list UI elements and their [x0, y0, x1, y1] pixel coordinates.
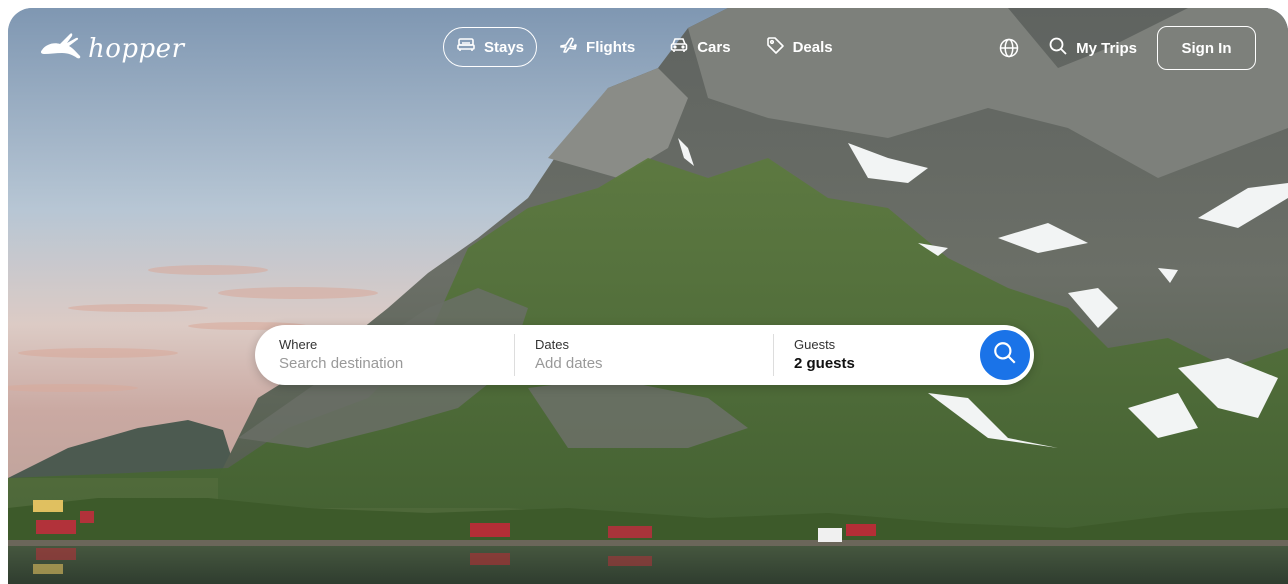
tab-stays[interactable]: Stays	[443, 27, 538, 67]
tab-deals-label: Deals	[792, 38, 833, 56]
tab-cars-label: Cars	[697, 38, 731, 56]
where-label: Where	[279, 337, 318, 352]
search-icon	[992, 340, 1018, 371]
divider	[773, 334, 774, 376]
mountain-landscape-image	[8, 8, 1288, 584]
guests-value[interactable]: 2 guests	[794, 355, 855, 372]
guests-label: Guests	[794, 337, 836, 352]
tag-icon	[765, 35, 785, 59]
search-bar: Where Search destination Dates Add dates…	[255, 325, 1034, 385]
bunny-icon	[40, 30, 84, 67]
main-tabs: Stays Flights Cars Deals	[443, 27, 846, 67]
hero-background: hopper Stays Flights Cars Deals My Trips…	[8, 8, 1288, 584]
guests-field[interactable]: Guests 2 guests	[794, 325, 964, 385]
account-nav: My Trips Sign In	[998, 26, 1256, 70]
tab-flights-label: Flights	[586, 38, 636, 56]
plane-icon	[558, 35, 578, 59]
search-button[interactable]	[980, 330, 1030, 380]
sign-in-button[interactable]: Sign In	[1157, 26, 1256, 70]
tab-stays-label: Stays	[484, 38, 525, 56]
car-icon	[669, 35, 689, 59]
tab-deals[interactable]: Deals	[752, 27, 846, 67]
my-trips-link[interactable]: My Trips	[1048, 36, 1137, 60]
top-navigation: hopper Stays Flights Cars Deals My Trips…	[8, 8, 1288, 88]
bed-icon	[456, 35, 476, 59]
search-icon	[1048, 36, 1068, 60]
where-field[interactable]: Where Search destination	[279, 325, 509, 385]
my-trips-label: My Trips	[1076, 39, 1137, 57]
where-input[interactable]: Search destination	[279, 355, 403, 372]
dates-label: Dates	[535, 337, 569, 352]
divider	[514, 334, 515, 376]
brand-name: hopper	[88, 33, 185, 64]
dates-input[interactable]: Add dates	[535, 355, 603, 372]
tab-flights[interactable]: Flights	[545, 27, 648, 67]
globe-icon[interactable]	[998, 37, 1020, 59]
dates-field[interactable]: Dates Add dates	[535, 325, 765, 385]
tab-cars[interactable]: Cars	[656, 27, 743, 67]
hopper-logo[interactable]: hopper	[40, 30, 185, 67]
